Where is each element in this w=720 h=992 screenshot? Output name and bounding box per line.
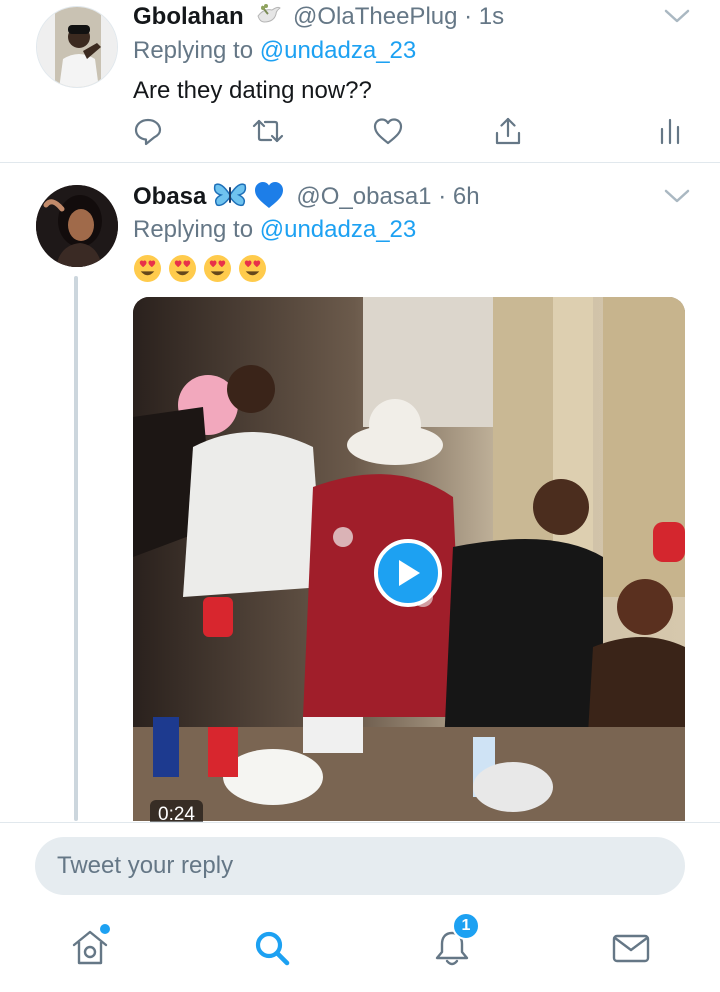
replying-to-label: Replying to: [133, 37, 254, 64]
retweet-button[interactable]: [248, 113, 288, 153]
play-icon: [399, 560, 420, 586]
handle[interactable]: @OlaTheePlug: [293, 3, 457, 30]
dove-icon: [254, 2, 282, 35]
heart-icon: [373, 117, 403, 150]
heart-eyes-emoji: [203, 254, 232, 283]
chevron-down-icon[interactable]: [664, 188, 690, 204]
mention-link[interactable]: @undadza_23: [260, 37, 417, 64]
thread-connector-line: [74, 276, 78, 821]
display-name[interactable]: Gbolahan: [133, 3, 244, 30]
bottom-nav: 1: [0, 910, 720, 992]
tweet-actions: [0, 113, 720, 153]
tweet-gbolahan[interactable]: Gbolahan @OlaTheePlug · 1s Replying to @…: [0, 0, 720, 163]
share-button[interactable]: [488, 113, 528, 153]
reply-bar: [0, 822, 720, 910]
handle[interactable]: @O_obasa1: [296, 183, 431, 210]
retweet-icon: [251, 116, 285, 151]
heart-eyes-emoji: [238, 254, 267, 283]
butterfly-icon: [213, 181, 247, 216]
mention-link[interactable]: @undadza_23: [260, 216, 417, 243]
tab-search[interactable]: [248, 924, 296, 972]
timestamp: · 1s: [464, 3, 505, 30]
display-name[interactable]: Obasa: [133, 183, 206, 210]
play-button[interactable]: [374, 539, 442, 607]
home-icon: [72, 930, 108, 965]
avatar[interactable]: [36, 185, 118, 267]
tab-notifications[interactable]: 1: [428, 912, 480, 972]
tab-messages[interactable]: [607, 924, 655, 972]
new-content-dot: [100, 924, 110, 934]
reply-input[interactable]: [35, 837, 685, 895]
tweet-text: Are they dating now??: [133, 77, 372, 104]
tweet-header: Obasa @O_obasa1 · 6h: [133, 181, 480, 216]
tab-home[interactable]: [66, 924, 114, 972]
analytics-icon: [658, 117, 682, 150]
analytics-button[interactable]: [650, 113, 690, 153]
tweet-thread-screen: Gbolahan @OlaTheePlug · 1s Replying to @…: [0, 0, 720, 992]
notification-badge: 1: [452, 912, 480, 940]
timestamp: · 6h: [438, 183, 480, 210]
like-button[interactable]: [368, 113, 408, 153]
replying-to-label: Replying to: [133, 216, 254, 243]
reply-icon: [133, 116, 163, 151]
messages-icon: [612, 934, 650, 963]
share-icon: [493, 116, 523, 151]
heart-eyes-emoji: [168, 254, 197, 283]
chevron-down-icon[interactable]: [664, 8, 690, 24]
heart-eyes-emoji: [133, 254, 162, 283]
reply-button[interactable]: [128, 113, 168, 153]
tweet-text-emojis: [133, 254, 267, 283]
search-icon: [255, 931, 290, 966]
tweet-header: Gbolahan @OlaTheePlug · 1s: [133, 2, 504, 35]
replying-to: Replying to @undadza_23: [133, 216, 416, 244]
avatar[interactable]: [36, 6, 118, 88]
blue-heart-icon: [254, 181, 284, 216]
replying-to: Replying to @undadza_23: [133, 37, 416, 65]
